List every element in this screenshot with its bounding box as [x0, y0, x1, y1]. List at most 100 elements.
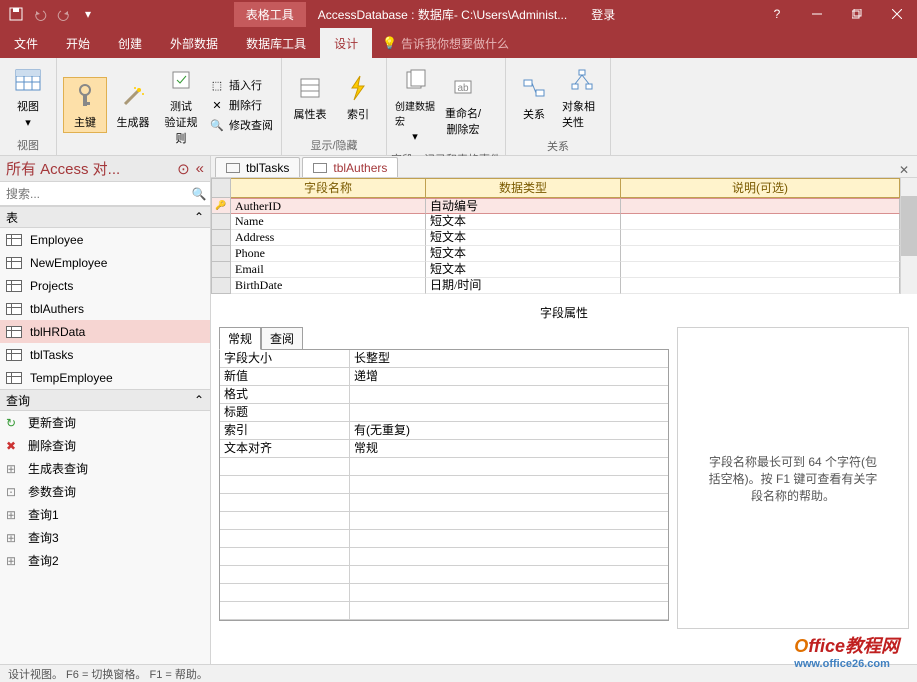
- menu-design[interactable]: 设计: [320, 28, 372, 58]
- cell-fieldname[interactable]: BirthDate: [231, 278, 426, 294]
- row-selector[interactable]: [211, 214, 231, 230]
- nav-query-item[interactable]: ⊞生成表查询: [0, 457, 210, 480]
- nav-table-item[interactable]: NewEmployee: [0, 251, 210, 274]
- nav-section-queries[interactable]: 查询⌃: [0, 389, 210, 411]
- cell-fieldname[interactable]: Address: [231, 230, 426, 246]
- qat-dropdown-icon[interactable]: ▾: [78, 4, 98, 24]
- property-row[interactable]: 文本对齐常规: [220, 440, 668, 458]
- search-input[interactable]: [0, 187, 188, 201]
- nav-section-tables[interactable]: 表⌃: [0, 206, 210, 228]
- cell-fieldname[interactable]: AutherID: [231, 198, 426, 214]
- nav-query-item[interactable]: ⊡参数查询: [0, 480, 210, 503]
- cell-datatype[interactable]: 短文本: [426, 214, 621, 230]
- cell-datatype[interactable]: 日期/时间: [426, 278, 621, 294]
- row-selector[interactable]: [211, 262, 231, 278]
- col-fieldname[interactable]: 字段名称: [231, 178, 426, 198]
- props-tab-general[interactable]: 常规: [219, 327, 261, 350]
- property-row[interactable]: 字段大小长整型: [220, 350, 668, 368]
- cell-datatype[interactable]: 短文本: [426, 246, 621, 262]
- row-selector[interactable]: [211, 278, 231, 294]
- insert-row-button[interactable]: ⬚插入行: [207, 76, 275, 94]
- nav-table-item[interactable]: tblTasks: [0, 343, 210, 366]
- save-icon[interactable]: [6, 4, 26, 24]
- close-tab-icon[interactable]: ✕: [891, 163, 917, 177]
- rename-delete-macro-button[interactable]: ab 重命名/ 删除宏: [441, 69, 485, 139]
- property-value[interactable]: 长整型: [350, 350, 668, 367]
- cell-datatype[interactable]: 短文本: [426, 262, 621, 278]
- nav-query-item[interactable]: ⊞查询2: [0, 549, 210, 572]
- property-row[interactable]: 格式: [220, 386, 668, 404]
- field-row[interactable]: Phone短文本: [211, 246, 900, 262]
- property-value[interactable]: [350, 404, 668, 421]
- cell-description[interactable]: [621, 262, 900, 278]
- create-macro-button[interactable]: 创建数据宏 ▾: [393, 62, 437, 145]
- object-deps-button[interactable]: 对象相关性: [560, 62, 604, 132]
- property-row[interactable]: 标题: [220, 404, 668, 422]
- cell-datatype[interactable]: 自动编号: [426, 198, 621, 214]
- menu-dbtools[interactable]: 数据库工具: [232, 28, 320, 58]
- close-button[interactable]: [877, 0, 917, 28]
- nav-table-item[interactable]: Projects: [0, 274, 210, 297]
- login-link[interactable]: 登录: [579, 6, 627, 23]
- property-value[interactable]: [350, 386, 668, 403]
- redo-icon[interactable]: [54, 4, 74, 24]
- nav-table-item[interactable]: TempEmployee: [0, 366, 210, 389]
- modify-lookup-button[interactable]: 🔍修改查阅: [207, 116, 275, 134]
- property-row[interactable]: 索引有(无重复): [220, 422, 668, 440]
- primary-key-button[interactable]: 主键: [63, 77, 107, 133]
- indexes-button[interactable]: 索引: [336, 70, 380, 124]
- field-row[interactable]: 🔑AutherID自动编号: [211, 198, 900, 214]
- nav-query-item[interactable]: ↻更新查询: [0, 411, 210, 434]
- view-button[interactable]: 视图 ▾: [6, 62, 50, 131]
- col-description[interactable]: 说明(可选): [621, 178, 900, 198]
- field-row[interactable]: BirthDate日期/时间: [211, 278, 900, 294]
- row-selector[interactable]: [211, 230, 231, 246]
- menu-external[interactable]: 外部数据: [156, 28, 232, 58]
- props-tab-lookup[interactable]: 查阅: [261, 327, 303, 350]
- property-value[interactable]: 常规: [350, 440, 668, 457]
- select-all-cell[interactable]: [211, 178, 231, 198]
- builder-button[interactable]: 生成器: [111, 78, 155, 132]
- nav-table-item[interactable]: tblHRData: [0, 320, 210, 343]
- property-sheet-button[interactable]: 属性表: [288, 70, 332, 124]
- restore-button[interactable]: [837, 0, 877, 28]
- cell-description[interactable]: [621, 278, 900, 294]
- help-button[interactable]: ?: [757, 0, 797, 28]
- cell-description[interactable]: [621, 214, 900, 230]
- nav-table-item[interactable]: Employee: [0, 228, 210, 251]
- cell-datatype[interactable]: 短文本: [426, 230, 621, 246]
- cell-fieldname[interactable]: Name: [231, 214, 426, 230]
- tell-me-search[interactable]: 💡 告诉我你想要做什么: [372, 35, 519, 52]
- minimize-button[interactable]: [797, 0, 837, 28]
- field-row[interactable]: Email短文本: [211, 262, 900, 278]
- cell-description[interactable]: [621, 246, 900, 262]
- cell-description[interactable]: [621, 230, 900, 246]
- nav-table-item[interactable]: tblAuthers: [0, 297, 210, 320]
- cell-fieldname[interactable]: Email: [231, 262, 426, 278]
- cell-fieldname[interactable]: Phone: [231, 246, 426, 262]
- cell-description[interactable]: [621, 198, 900, 214]
- nav-query-item[interactable]: ⊞查询1: [0, 503, 210, 526]
- collapse-icon[interactable]: «: [196, 160, 204, 177]
- nav-header[interactable]: 所有 Access 对... ⊙ «: [0, 156, 210, 182]
- menu-create[interactable]: 创建: [104, 28, 156, 58]
- nav-query-item[interactable]: ⊞查询3: [0, 526, 210, 549]
- document-tab[interactable]: tblTasks: [215, 157, 300, 177]
- circle-dropdown-icon[interactable]: ⊙: [177, 160, 190, 178]
- document-tab[interactable]: tblAuthers: [302, 157, 398, 177]
- property-row[interactable]: 新值递增: [220, 368, 668, 386]
- menu-file[interactable]: 文件: [0, 28, 52, 58]
- undo-icon[interactable]: [30, 4, 50, 24]
- col-datatype[interactable]: 数据类型: [426, 178, 621, 198]
- test-rules-button[interactable]: 测试 验证规则: [159, 62, 203, 148]
- field-row[interactable]: Address短文本: [211, 230, 900, 246]
- vertical-scrollbar[interactable]: [900, 178, 917, 294]
- delete-row-button[interactable]: ✕删除行: [207, 96, 275, 114]
- search-icon[interactable]: 🔍: [188, 187, 210, 201]
- nav-query-item[interactable]: ✖删除查询: [0, 434, 210, 457]
- menu-home[interactable]: 开始: [52, 28, 104, 58]
- field-row[interactable]: Name短文本: [211, 214, 900, 230]
- relationships-button[interactable]: 关系: [512, 70, 556, 124]
- property-value[interactable]: 有(无重复): [350, 422, 668, 439]
- row-selector[interactable]: 🔑: [211, 198, 231, 214]
